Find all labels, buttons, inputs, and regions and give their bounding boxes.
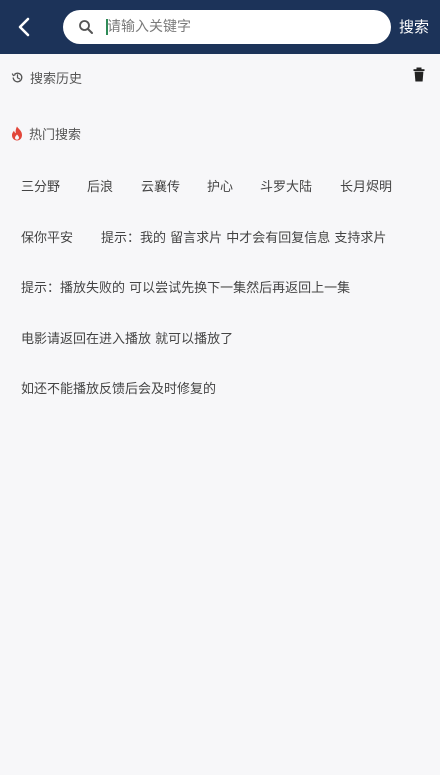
hot-search-item[interactable]: 护心 [207,176,233,195]
hot-search-item[interactable]: 三分野 [21,176,60,195]
hot-search-item[interactable]: 长月烬明 [340,176,392,195]
hot-search-item[interactable]: 斗罗大陆 [260,176,312,195]
history-icon [11,72,23,82]
trash-icon[interactable] [413,67,425,82]
hot-search-item[interactable]: 提示：我的 留言求片 中才会有回复信息 支持求片 [101,227,386,246]
top-bar: 搜索 [0,0,440,54]
fire-icon [12,126,22,140]
hot-search-title: 热门搜索 [29,127,82,143]
search-box[interactable] [63,10,391,44]
hot-search-item[interactable]: 云襄传 [141,176,180,195]
hot-search-item[interactable]: 保你平安 [21,227,73,246]
hot-search-item[interactable]: 提示：播放失败的 可以尝试先换下一集然后再返回上一集 [21,277,350,296]
hot-search-header: 热门搜索 [11,123,81,143]
search-input[interactable] [107,10,377,44]
back-button[interactable] [10,12,38,42]
search-page: 搜索 搜索历史 热门搜索 三分野 后浪 云襄传 护心 斗罗大陆 长月烬明 保你平… [0,0,440,775]
hot-search-item[interactable]: 如还不能播放反馈后会及时修复的 [21,378,216,397]
hot-search-item[interactable]: 后浪 [87,176,113,195]
search-history-header: 搜索历史 [11,67,82,87]
hot-search-item[interactable]: 电影请返回在进入播放 就可以播放了 [21,328,233,347]
chevron-left-icon [18,17,30,37]
search-button[interactable]: 搜索 [399,16,429,38]
search-icon [79,20,93,34]
search-history-title: 搜索历史 [30,71,83,87]
